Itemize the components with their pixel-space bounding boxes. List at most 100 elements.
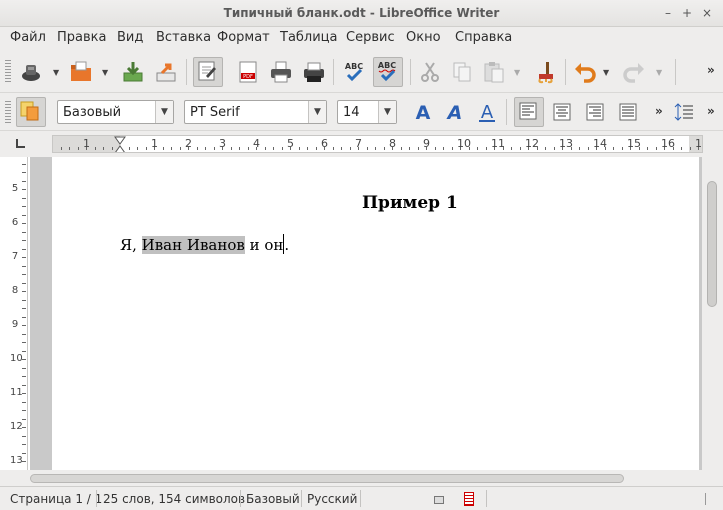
vruler-tick	[22, 393, 26, 394]
horizontal-ruler[interactable]: 11234567891011121314151617	[52, 135, 703, 153]
font-name-select[interactable]: PT Serif ▼	[184, 100, 327, 124]
undo-icon[interactable]	[572, 59, 598, 85]
toolbar-separator	[506, 99, 507, 125]
toolbar-overflow-button[interactable]: »	[655, 104, 663, 118]
line-spacing-icon[interactable]	[672, 99, 698, 125]
vruler-tick	[22, 172, 26, 173]
menu-window[interactable]: Окно	[406, 30, 441, 45]
standard-toolbar: ▼ ▼ PDF ABC ABC ▼ ▼ ▼ »	[0, 49, 723, 93]
redo-dropdown-icon[interactable]: ▼	[656, 69, 664, 77]
vruler-tick	[22, 240, 26, 241]
document-modified-icon[interactable]	[464, 492, 474, 506]
vruler-tick	[22, 283, 26, 284]
paragraph-style-select[interactable]: Базовый ▼	[57, 100, 174, 124]
font-size-select[interactable]: 14 ▼	[337, 100, 397, 124]
ruler-tick	[290, 147, 291, 150]
vruler-tick	[22, 402, 26, 403]
italic-a-icon[interactable]: A	[442, 99, 468, 125]
ruler-tick	[554, 147, 555, 150]
justify-icon[interactable]	[615, 99, 641, 125]
styles-icon[interactable]	[16, 97, 46, 127]
print-icon[interactable]	[268, 59, 294, 85]
chevron-down-icon[interactable]: ▼	[378, 101, 396, 123]
window-title: Типичный бланк.odt - LibreOffice Writer	[223, 6, 500, 20]
vertical-scroll-thumb[interactable]	[707, 181, 717, 307]
menu-help[interactable]: Справка	[455, 30, 512, 45]
menu-edit[interactable]: Правка	[57, 30, 106, 45]
cut-icon[interactable]	[417, 59, 443, 85]
ruler-tick	[78, 147, 79, 150]
minimize-button[interactable]: –	[660, 5, 676, 21]
align-right-icon[interactable]	[582, 99, 608, 125]
insert-mode-icon[interactable]	[434, 496, 444, 504]
status-page[interactable]: Страница 1 / 1	[10, 492, 102, 506]
edit-mode-icon[interactable]	[193, 57, 223, 87]
toolbar-grip[interactable]	[5, 101, 11, 123]
menu-insert[interactable]: Вставка	[156, 30, 211, 45]
status-word-count[interactable]: 25 слов, 154 символов	[103, 492, 245, 506]
open-icon[interactable]	[68, 59, 94, 85]
ruler-tick	[392, 147, 393, 150]
paste-dropdown-icon[interactable]: ▼	[514, 69, 522, 77]
redo-icon[interactable]	[621, 59, 647, 85]
indent-marker-icon[interactable]	[114, 136, 126, 153]
document-heading[interactable]: Пример 1	[362, 193, 458, 213]
ruler-tick	[375, 147, 376, 150]
new-icon[interactable]	[18, 59, 44, 85]
vruler-number: 5	[11, 183, 19, 194]
align-center-icon[interactable]	[549, 99, 575, 125]
ruler-tick	[426, 147, 427, 150]
align-left-icon[interactable]	[514, 97, 544, 127]
maximize-button[interactable]: +	[679, 5, 695, 21]
horizontal-scrollbar[interactable]	[0, 470, 723, 486]
vertical-scrollbar[interactable]	[702, 157, 723, 470]
tab-type-icon[interactable]	[16, 139, 25, 148]
save-icon[interactable]	[120, 59, 146, 85]
document-paragraph[interactable]: Я, Иван Иванов и он.	[120, 234, 289, 254]
underline-a-icon[interactable]: A	[474, 99, 500, 125]
ruler-tick	[571, 147, 572, 150]
autospellcheck-icon[interactable]: ABC	[373, 57, 403, 87]
vertical-ruler[interactable]: 5 6 7 8 9 10 11 12 13	[8, 157, 28, 471]
status-language[interactable]: Русский	[307, 492, 357, 506]
bold-a-icon[interactable]: A	[410, 99, 436, 125]
status-page-style[interactable]: Базовый	[246, 492, 300, 506]
new-dropdown-icon[interactable]: ▼	[53, 69, 61, 77]
vruler-tick	[22, 257, 26, 258]
export-icon[interactable]	[153, 59, 179, 85]
ruler-tick	[95, 147, 96, 150]
horizontal-scroll-thumb[interactable]	[30, 474, 624, 483]
menu-format[interactable]: Формат	[217, 30, 270, 45]
clone-formatting-icon[interactable]	[533, 59, 559, 85]
vruler-tick	[22, 444, 26, 445]
spellcheck-icon[interactable]: ABC	[341, 59, 367, 85]
ruler-tick	[596, 147, 597, 150]
open-dropdown-icon[interactable]: ▼	[102, 69, 110, 77]
toolbar-grip[interactable]	[5, 60, 11, 82]
ruler-tick	[520, 147, 521, 150]
chevron-down-icon[interactable]: ▼	[308, 101, 326, 123]
toolbar-overflow-button-2[interactable]: »	[707, 104, 715, 118]
menu-table[interactable]: Таблица	[280, 30, 338, 45]
chevron-down-icon[interactable]: ▼	[155, 101, 173, 123]
paste-icon[interactable]	[481, 59, 507, 85]
ruler-tick	[154, 147, 155, 150]
toolbar-overflow-button[interactable]: »	[707, 63, 715, 77]
export-pdf-icon[interactable]: PDF	[235, 59, 261, 85]
menu-tools[interactable]: Сервис	[346, 30, 395, 45]
ruler-tick	[443, 147, 444, 150]
vruler-number: 10	[10, 353, 23, 364]
ruler-tick	[409, 147, 410, 150]
print-preview-icon[interactable]	[301, 59, 327, 85]
close-button[interactable]: ×	[699, 5, 715, 21]
document-page[interactable]: Пример 1 Я, Иван Иванов и он.	[52, 157, 699, 470]
menu-view[interactable]: Вид	[117, 30, 143, 45]
vruler-tick	[22, 368, 26, 369]
ruler-tick	[129, 147, 130, 150]
highlighted-name[interactable]: Иван Иванов	[141, 236, 245, 254]
menu-file[interactable]: Файл	[10, 30, 46, 45]
undo-dropdown-icon[interactable]: ▼	[603, 69, 611, 77]
copy-icon[interactable]	[449, 59, 475, 85]
zoom-slider[interactable]	[705, 493, 717, 505]
svg-text:A: A	[446, 102, 463, 124]
